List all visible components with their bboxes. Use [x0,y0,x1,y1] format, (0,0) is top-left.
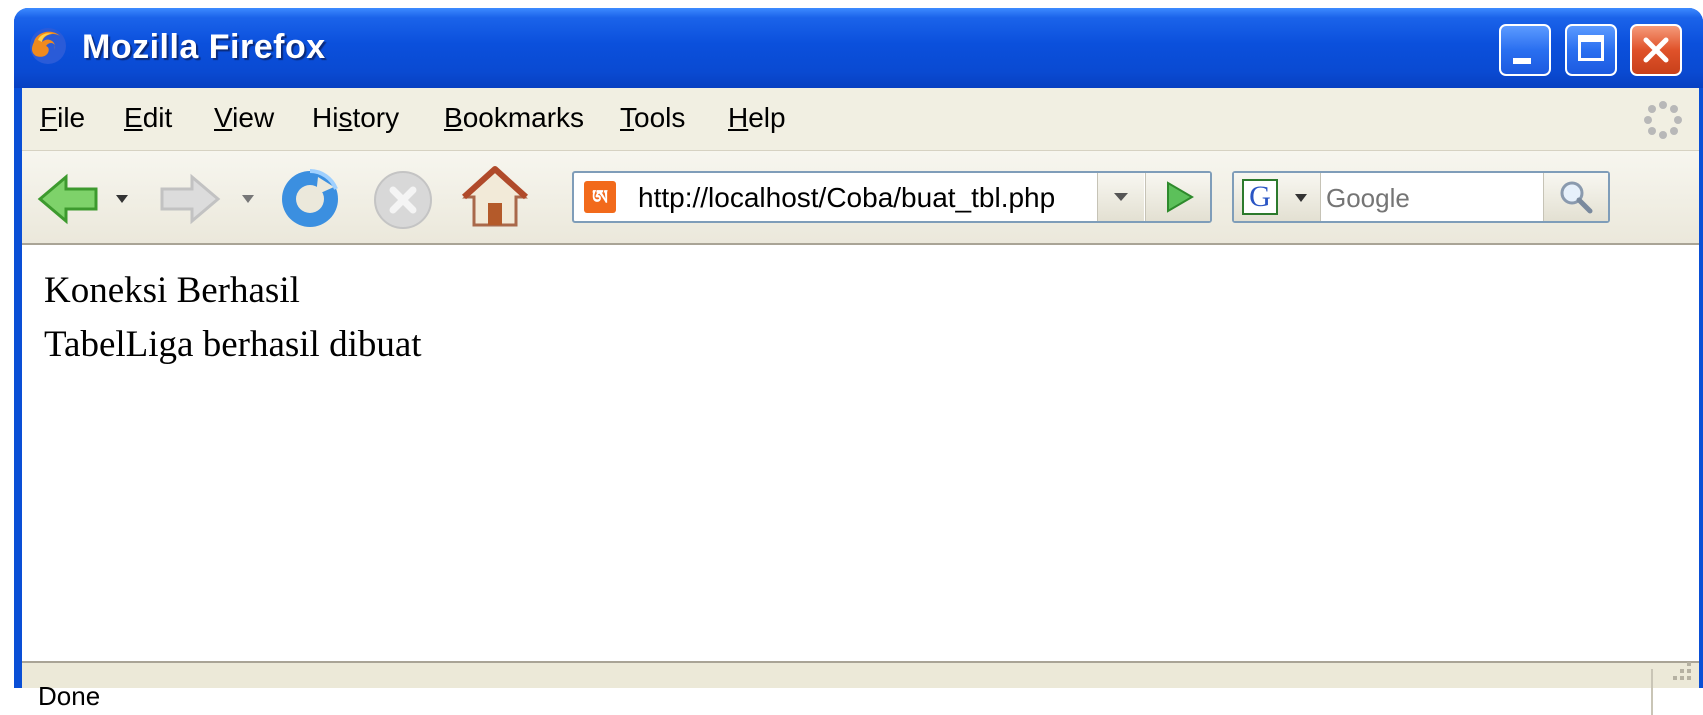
go-arrow-icon [1167,181,1194,213]
magnifier-icon [1560,181,1593,214]
minimize-icon [1513,58,1531,64]
reload-button-icon[interactable] [278,167,342,231]
forward-button-icon[interactable] [152,173,222,225]
home-button-icon[interactable] [462,165,528,229]
go-button[interactable] [1145,173,1210,221]
search-box[interactable]: G [1232,171,1610,223]
page-content: Koneksi Berhasil TabelLiga berhasil dibu… [22,245,1699,661]
navigation-toolbar: ཨ http://localhost/Coba/buat_tbl.php G [22,151,1699,245]
url-text[interactable]: http://localhost/Coba/buat_tbl.php [638,182,1055,214]
url-history-dropdown[interactable] [1097,173,1144,221]
window-title: Mozilla Firefox [82,28,326,66]
chevron-down-icon [1295,194,1307,202]
status-bar: Done [22,661,1699,715]
xampp-favicon-icon: ཨ [584,181,616,213]
stop-button-icon[interactable] [372,169,434,231]
menu-tools[interactable]: Tools [620,102,685,134]
back-history-dropdown-icon[interactable] [114,193,130,205]
forward-history-dropdown-icon[interactable] [240,193,256,205]
menu-bar: File Edit View History Bookmarks Tools H… [22,88,1699,151]
search-input[interactable] [1326,183,1526,214]
maximize-button[interactable] [1565,24,1617,76]
maximize-icon [1578,35,1604,61]
title-bar[interactable]: Mozilla Firefox [14,8,1703,88]
menu-bookmarks[interactable]: Bookmarks [444,102,584,134]
menu-edit[interactable]: Edit [124,102,172,134]
status-divider [1651,669,1653,715]
activity-throbber-icon [1644,101,1682,139]
search-button[interactable] [1543,173,1608,221]
menu-view[interactable]: View [214,102,274,134]
url-bar[interactable]: ཨ http://localhost/Coba/buat_tbl.php [572,171,1212,223]
firefox-logo-icon [30,28,66,64]
menu-history[interactable]: History [312,102,399,134]
close-icon [1643,37,1669,63]
browser-window: Mozilla Firefox File Edit View History B… [14,8,1703,715]
client-area: File Edit View History Bookmarks Tools H… [22,88,1699,715]
close-button[interactable] [1630,24,1682,76]
content-line-connection: Koneksi Berhasil [44,270,300,311]
minimize-button[interactable] [1499,24,1551,76]
chevron-down-icon [1114,193,1128,201]
resize-grip-icon[interactable] [1665,654,1693,682]
search-engine-selector[interactable]: G [1234,173,1321,221]
menu-file[interactable]: File [40,102,85,134]
menu-help[interactable]: Help [728,102,786,134]
back-button-icon[interactable] [36,173,106,225]
content-line-table: TabelLiga berhasil dibuat [44,324,422,365]
google-logo-icon: G [1242,179,1278,215]
status-text: Done [38,681,101,711]
